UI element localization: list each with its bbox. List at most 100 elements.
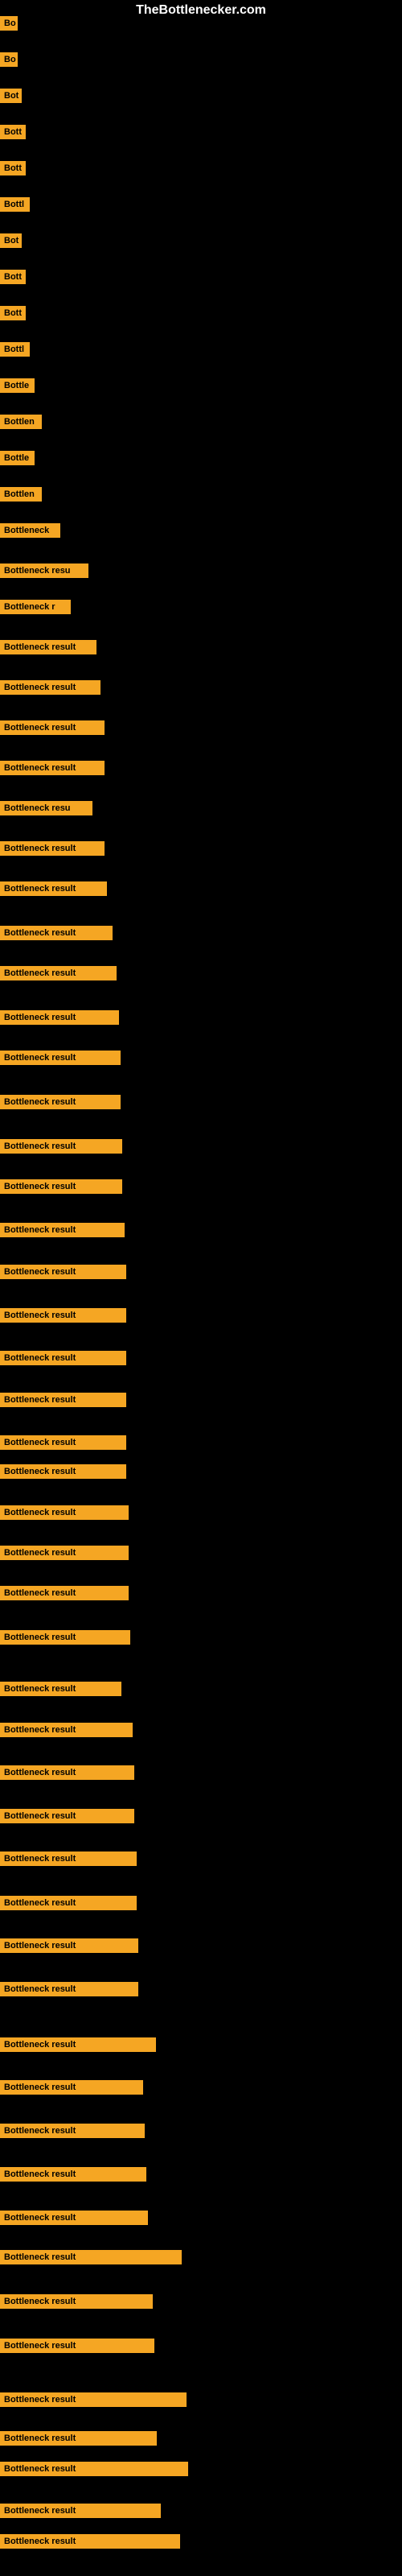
bottleneck-badge: Bottle (0, 451, 35, 465)
badge-item: Bottleneck result (0, 1723, 133, 1741)
badge-item: Bottleneck result (0, 1630, 130, 1649)
badge-item: Bo (0, 52, 18, 71)
bottleneck-badge: Bott (0, 306, 26, 320)
bottleneck-badge: Bottleneck result (0, 1393, 126, 1407)
bottleneck-badge: Bottleneck resu (0, 801, 92, 815)
badge-item: Bottleneck result (0, 1464, 126, 1483)
badge-item: Bottleneck result (0, 1051, 121, 1069)
bottleneck-badge: Bottleneck result (0, 1095, 121, 1109)
badge-item: Bottleneck (0, 523, 60, 542)
bottleneck-badge: Bottleneck resu (0, 564, 88, 578)
bottleneck-badge: Bottleneck result (0, 1010, 119, 1025)
bottleneck-badge: Bottleneck result (0, 2250, 182, 2264)
badge-item: Bot (0, 89, 22, 107)
badge-item: Bottleneck result (0, 841, 105, 860)
badge-item: Bottlen (0, 415, 42, 433)
bottleneck-badge: Bottleneck result (0, 1852, 137, 1866)
bottleneck-badge: Bottle (0, 378, 35, 393)
badge-item: Bottleneck result (0, 1505, 129, 1524)
bottleneck-badge: Bot (0, 89, 22, 103)
bottleneck-badge: Bottleneck result (0, 1179, 122, 1194)
badge-item: Bottleneck result (0, 2124, 145, 2142)
badge-item: Bott (0, 270, 26, 288)
badge-item: Bottleneck result (0, 1179, 122, 1198)
badge-item: Bottleneck result (0, 2339, 154, 2357)
bottleneck-badge: Bottleneck result (0, 680, 100, 695)
bottleneck-badge: Bottleneck result (0, 1464, 126, 1479)
bottleneck-badge: Bott (0, 270, 26, 284)
bottleneck-badge: Bottleneck result (0, 1505, 129, 1520)
bottleneck-badge: Bott (0, 161, 26, 175)
badge-item: Bott (0, 125, 26, 143)
badge-item: Bottlen (0, 487, 42, 506)
bottleneck-badge: Bottleneck result (0, 1139, 122, 1154)
bottleneck-badge: Bottleneck result (0, 1435, 126, 1450)
bottleneck-badge: Bottleneck result (0, 1982, 138, 1996)
bottleneck-badge: Bottleneck result (0, 1265, 126, 1279)
badge-item: Bottleneck result (0, 1809, 134, 1827)
bottleneck-badge: Bottleneck result (0, 1586, 129, 1600)
bottleneck-badge: Bottleneck result (0, 881, 107, 896)
badge-item: Bottleneck result (0, 1586, 129, 1604)
badge-item: Bot (0, 233, 22, 252)
badge-item: Bottleneck result (0, 1982, 138, 2000)
badge-item: Bott (0, 306, 26, 324)
bottleneck-badge: Bottleneck result (0, 1938, 138, 1953)
badge-item: Bottleneck result (0, 761, 105, 779)
site-title: TheBottlenecker.com (0, 0, 402, 21)
badge-item: Bottle (0, 451, 35, 469)
badge-item: Bottleneck result (0, 1265, 126, 1283)
bottleneck-badge: Bottleneck result (0, 1765, 134, 1780)
bottleneck-badge: Bottleneck result (0, 2462, 188, 2476)
bottleneck-badge: Bottlen (0, 415, 42, 429)
badge-item: Bottleneck result (0, 1351, 126, 1369)
badge-item: Bottleneck r (0, 600, 71, 618)
bottleneck-badge: Bottleneck result (0, 1546, 129, 1560)
bottleneck-badge: Bottleneck result (0, 1223, 125, 1237)
bottleneck-badge: Bottleneck result (0, 1308, 126, 1323)
badge-item: Bottleneck result (0, 720, 105, 739)
badge-item: Bottleneck result (0, 640, 96, 658)
badge-item: Bottleneck result (0, 1546, 129, 1564)
badge-item: Bo (0, 16, 18, 35)
bottleneck-badge: Bottlen (0, 487, 42, 502)
bottleneck-badge: Bottleneck r (0, 600, 71, 614)
bottleneck-badge: Bottleneck result (0, 2294, 153, 2309)
badge-item: Bottleneck resu (0, 801, 92, 819)
bottleneck-badge: Bottleneck result (0, 2392, 187, 2407)
bottleneck-badge: Bottleneck result (0, 2339, 154, 2353)
bottleneck-badge: Bottleneck result (0, 1682, 121, 1696)
bottleneck-badge: Bottl (0, 197, 30, 212)
badge-item: Bottleneck result (0, 1765, 134, 1784)
bottleneck-badge: Bottleneck result (0, 1809, 134, 1823)
bottleneck-badge: Bottleneck result (0, 640, 96, 654)
badge-item: Bottleneck result (0, 2504, 161, 2522)
bottleneck-badge: Bottleneck result (0, 966, 117, 980)
bottleneck-badge: Bottl (0, 342, 30, 357)
badge-item: Bottleneck result (0, 2462, 188, 2480)
bottleneck-badge: Bottleneck result (0, 1896, 137, 1910)
badge-item: Bottleneck resu (0, 564, 88, 582)
bottleneck-badge: Bottleneck result (0, 1351, 126, 1365)
bottleneck-badge: Bottleneck result (0, 1051, 121, 1065)
badge-item: Bottleneck result (0, 2392, 187, 2411)
badge-item: Bottleneck result (0, 2431, 157, 2450)
bottleneck-badge: Bottleneck result (0, 2534, 180, 2549)
bottleneck-badge: Bottleneck result (0, 2431, 157, 2446)
badge-item: Bottleneck result (0, 2211, 148, 2229)
badge-item: Bottleneck result (0, 1393, 126, 1411)
badge-item: Bottleneck result (0, 1095, 121, 1113)
bottleneck-badge: Bot (0, 233, 22, 248)
badge-item: Bottleneck result (0, 1139, 122, 1158)
badge-item: Bottleneck result (0, 2080, 143, 2099)
badge-item: Bottleneck result (0, 1435, 126, 1454)
bottleneck-badge: Bottleneck result (0, 2211, 148, 2225)
badge-item: Bottleneck result (0, 926, 113, 944)
badge-item: Bottleneck result (0, 2534, 180, 2553)
badge-item: Bottleneck result (0, 2167, 146, 2186)
badge-item: Bottleneck result (0, 1010, 119, 1029)
bottleneck-badge: Bottleneck result (0, 1723, 133, 1737)
bottleneck-badge: Bottleneck result (0, 841, 105, 856)
bottleneck-badge: Bottleneck result (0, 2080, 143, 2095)
bottleneck-badge: Bottleneck result (0, 2167, 146, 2182)
